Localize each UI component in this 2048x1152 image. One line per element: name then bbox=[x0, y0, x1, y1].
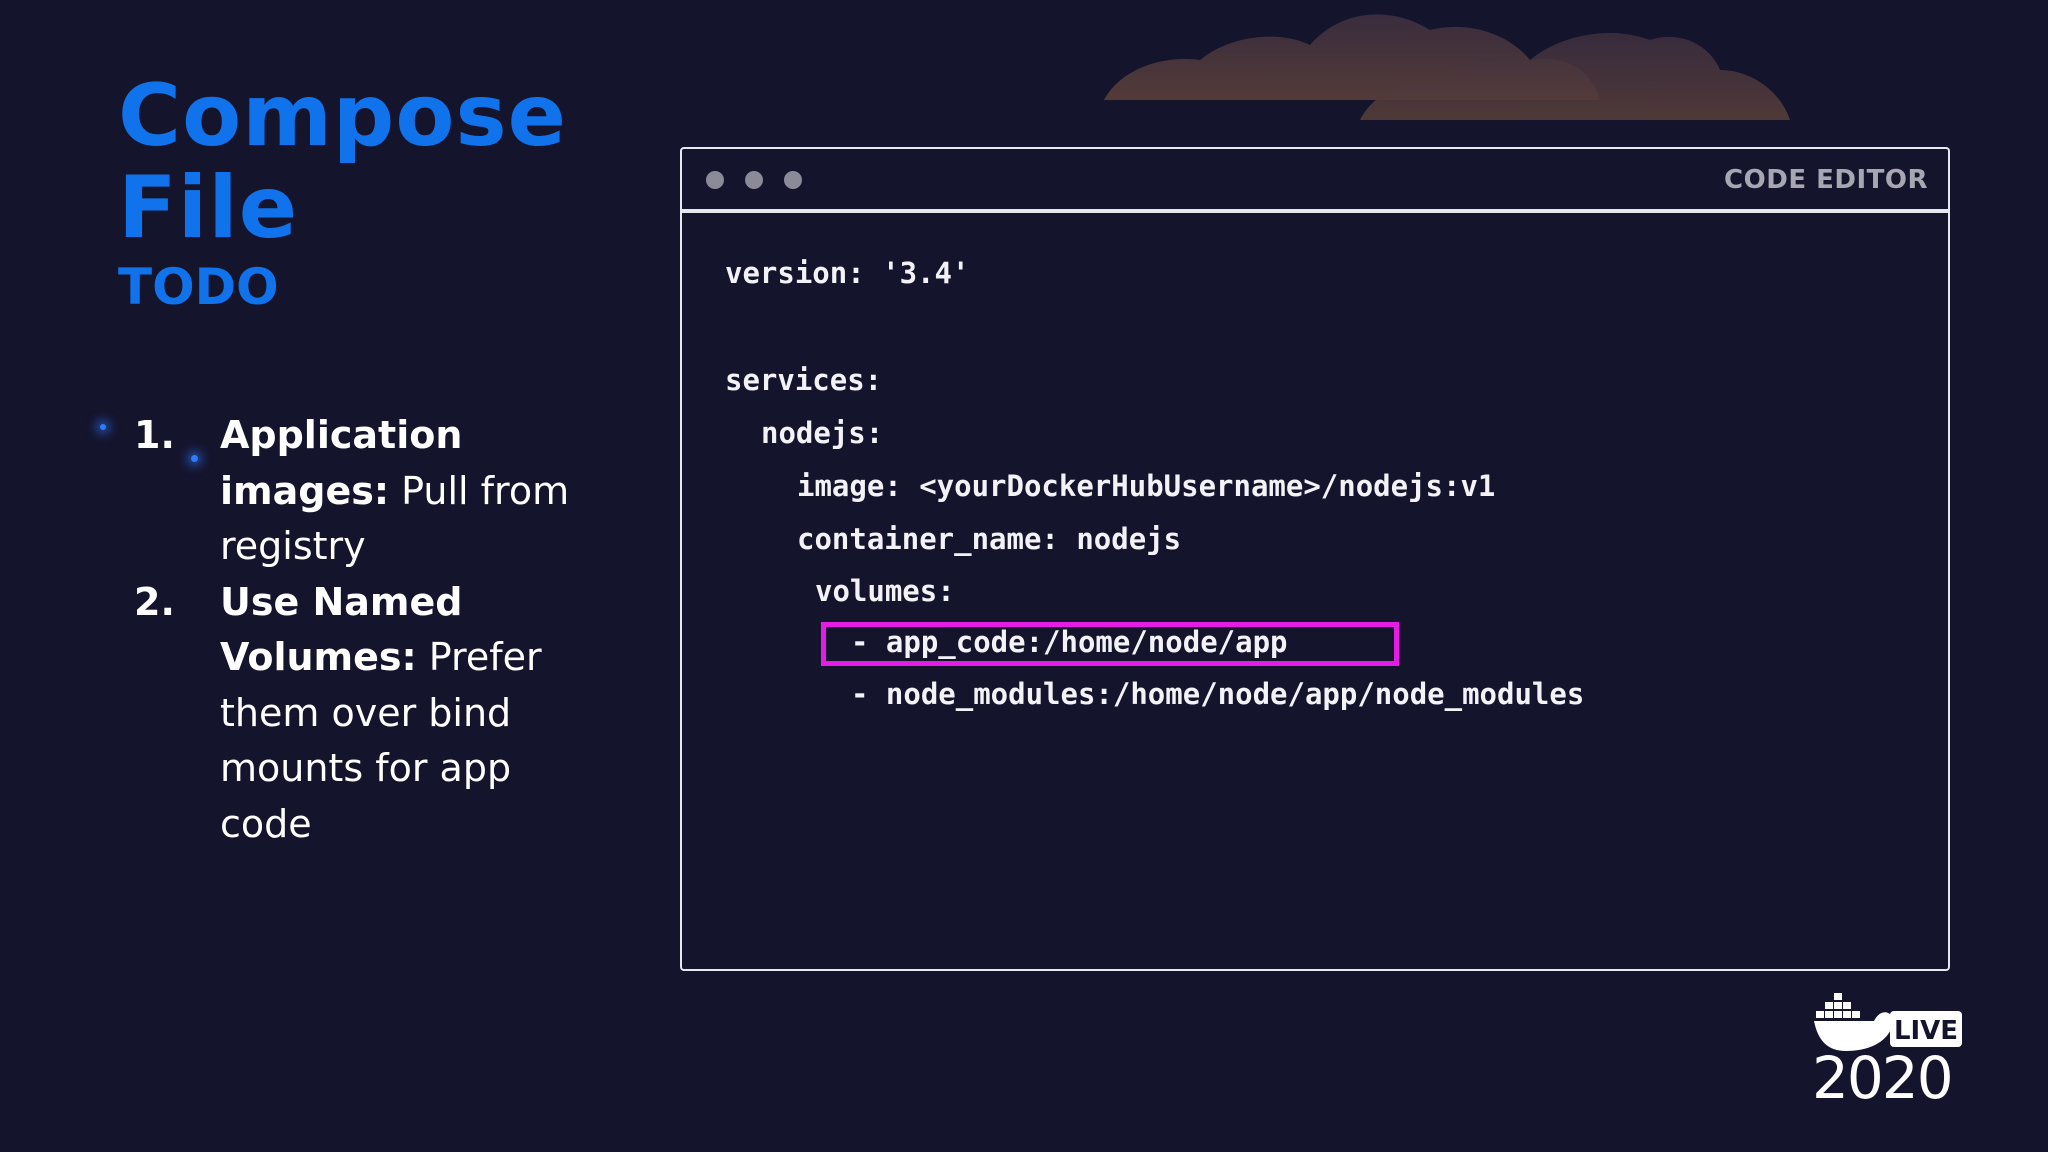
code-editor-title: CODE EDITOR bbox=[1724, 165, 1928, 195]
code-line: image: <yourDockerHubUsername>/nodejs:v1 bbox=[797, 469, 1496, 503]
code-highlight-box bbox=[821, 622, 1399, 666]
window-dot-icon bbox=[706, 171, 724, 189]
glow-dot bbox=[100, 424, 106, 430]
code-line: - node_modules:/home/node/app/node_modul… bbox=[851, 677, 1585, 711]
slide-title-line2: File bbox=[118, 158, 299, 258]
slide-subtitle: TODO bbox=[118, 258, 279, 316]
list-item: 1. Application images: Pull from registry bbox=[134, 408, 574, 575]
logo-year: 2020 bbox=[1812, 1044, 1952, 1103]
slide-title-line1: Compose bbox=[118, 66, 567, 166]
code-line: nodejs: bbox=[761, 416, 884, 450]
todo-list: 1. Application images: Pull from registry… bbox=[134, 408, 574, 852]
cloud-decoration bbox=[1104, 14, 1790, 120]
list-item-number: 2. bbox=[134, 579, 175, 624]
docker-whale-icon bbox=[1814, 993, 1896, 1051]
live-badge-text: LIVE bbox=[1894, 1016, 1958, 1046]
window-dot-icon bbox=[784, 171, 802, 189]
slide-title: Compose File bbox=[118, 70, 567, 254]
list-item: 2. Use Named Volumes: Prefer them over bi… bbox=[134, 575, 574, 853]
code-editor-header: CODE EDITOR bbox=[682, 149, 1948, 213]
code-line: container_name: nodejs bbox=[797, 522, 1182, 556]
code-line: services: bbox=[725, 363, 883, 397]
docker-live-2020-logo: LIVE 2020 bbox=[1812, 993, 1962, 1103]
window-dot-icon bbox=[745, 171, 763, 189]
code-line: version: '3.4' bbox=[725, 256, 970, 290]
list-item-number: 1. bbox=[134, 413, 175, 457]
code-line: volumes: bbox=[815, 574, 955, 608]
